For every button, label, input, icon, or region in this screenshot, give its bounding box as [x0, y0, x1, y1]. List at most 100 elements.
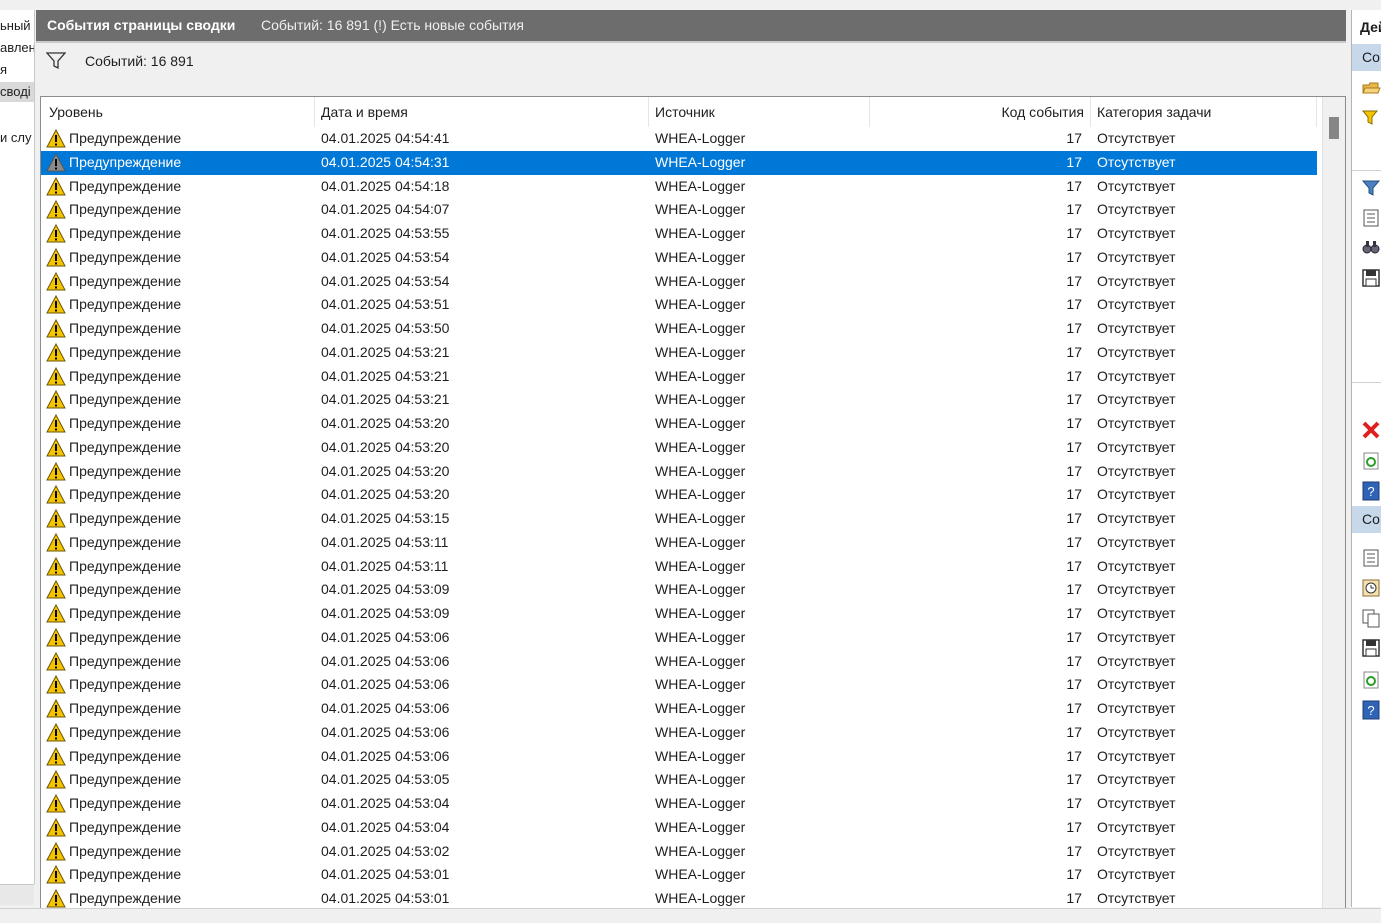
- event-id: 17: [1066, 391, 1082, 408]
- event-source: WHEA-Logger: [655, 462, 746, 479]
- event-category: Отсутствует: [1097, 367, 1176, 384]
- vertical-scrollbar[interactable]: [1322, 97, 1345, 909]
- navigation-tree: ьный авлен я своді и слу: [0, 10, 35, 884]
- event-category: Отсутствует: [1097, 890, 1176, 906]
- table-row[interactable]: Предупреждение 04.01.2025 04:53:15 WHEA-Lo…: [41, 507, 1317, 531]
- table-row[interactable]: Предупреждение 04.01.2025 04:53:01 WHEA-Lo…: [41, 863, 1317, 887]
- event-datetime: 04.01.2025 04:54:41: [321, 130, 450, 146]
- warning-icon: [46, 651, 66, 670]
- table-row[interactable]: Предупреждение 04.01.2025 04:53:51 WHEA-Lo…: [41, 293, 1317, 317]
- column-header-datetime[interactable]: Дата и время: [315, 97, 649, 127]
- event-level: Предупреждение: [69, 225, 182, 241]
- filter-icon[interactable]: [1361, 178, 1381, 198]
- event-category: Отсутствует: [1097, 272, 1176, 289]
- column-header-level[interactable]: Уровень: [41, 97, 315, 127]
- save-icon[interactable]: [1361, 268, 1381, 288]
- table-row[interactable]: Предупреждение 04.01.2025 04:53:04 WHEA-Lo…: [41, 792, 1317, 816]
- event-id: 17: [1066, 438, 1082, 455]
- table-row[interactable]: Предупреждение 04.01.2025 04:53:05 WHEA-Lo…: [41, 768, 1317, 792]
- table-row[interactable]: Предупреждение 04.01.2025 04:53:21 WHEA-Lo…: [41, 388, 1317, 412]
- table-row[interactable]: Предупреждение 04.01.2025 04:53:11 WHEA-Lo…: [41, 555, 1317, 579]
- event-category: Отсутствует: [1097, 320, 1176, 336]
- tree-item-selected[interactable]: своді: [0, 82, 34, 102]
- tree-item[interactable]: авлен: [0, 38, 34, 58]
- save-icon[interactable]: [1361, 638, 1381, 658]
- warning-icon: [46, 271, 66, 290]
- table-row[interactable]: Предупреждение 04.01.2025 04:53:20 WHEA-Lo…: [41, 483, 1317, 507]
- event-id: 17: [1066, 676, 1082, 693]
- table-row[interactable]: Предупреждение 04.01.2025 04:53:50 WHEA-Lo…: [41, 317, 1317, 341]
- table-row[interactable]: Предупреждение 04.01.2025 04:53:09 WHEA-Lo…: [41, 578, 1317, 602]
- table-row[interactable]: Предупреждение 04.01.2025 04:53:06 WHEA-Lo…: [41, 650, 1317, 674]
- event-datetime: 04.01.2025 04:53:21: [321, 391, 450, 408]
- event-id: 17: [1066, 557, 1082, 574]
- table-row[interactable]: Предупреждение 04.01.2025 04:54:31 WHEA-Lo…: [41, 150, 1317, 175]
- event-count-label: Событий: 16 891: [85, 53, 194, 69]
- table-row[interactable]: Предупреждение 04.01.2025 04:53:01 WHEA-Lo…: [41, 887, 1317, 909]
- table-row[interactable]: Предупреждение 04.01.2025 04:53:20 WHEA-Lo…: [41, 436, 1317, 460]
- event-datetime: 04.01.2025 04:53:20: [321, 415, 450, 431]
- table-row[interactable]: Предупреждение 04.01.2025 04:53:20 WHEA-Lo…: [41, 460, 1317, 484]
- table-row[interactable]: Предупреждение 04.01.2025 04:54:07 WHEA-Lo…: [41, 198, 1317, 222]
- table-row[interactable]: Предупреждение 04.01.2025 04:53:06 WHEA-Lo…: [41, 697, 1317, 721]
- table-row[interactable]: Предупреждение 04.01.2025 04:53:54 WHEA-Lo…: [41, 246, 1317, 270]
- event-level: Предупреждение: [69, 818, 182, 835]
- table-row[interactable]: Предупреждение 04.01.2025 04:54:18 WHEA-Lo…: [41, 175, 1317, 199]
- event-category: Отсутствует: [1097, 652, 1176, 669]
- event-category: Отсутствует: [1097, 842, 1176, 859]
- events-table[interactable]: Уровень Дата и время Источник Код событи…: [40, 96, 1346, 910]
- table-row[interactable]: Предупреждение 04.01.2025 04:53:06 WHEA-Lo…: [41, 626, 1317, 650]
- table-row[interactable]: Предупреждение 04.01.2025 04:53:54 WHEA-Lo…: [41, 270, 1317, 294]
- help-icon[interactable]: ?: [1361, 700, 1381, 720]
- actions-section-header[interactable]: Со: [1352, 506, 1381, 533]
- column-header-source[interactable]: Источник: [649, 97, 870, 127]
- table-row[interactable]: Предупреждение 04.01.2025 04:53:06 WHEA-Lo…: [41, 745, 1317, 769]
- help-icon[interactable]: ?: [1361, 481, 1381, 501]
- event-datetime: 04.01.2025 04:53:06: [321, 700, 450, 716]
- left-pane-scrollbar[interactable]: [0, 884, 34, 905]
- table-row[interactable]: Предупреждение 04.01.2025 04:53:21 WHEA-Lo…: [41, 341, 1317, 365]
- event-datetime: 04.01.2025 04:53:06: [321, 723, 450, 740]
- table-row[interactable]: Предупреждение 04.01.2025 04:53:55 WHEA-Lo…: [41, 222, 1317, 246]
- table-row[interactable]: Предупреждение 04.01.2025 04:54:41 WHEA-Lo…: [41, 127, 1317, 151]
- column-header-category[interactable]: Категория задачи: [1091, 97, 1317, 127]
- create-view-icon[interactable]: [1361, 108, 1381, 128]
- event-category: Отсутствует: [1097, 676, 1176, 693]
- copy-icon[interactable]: [1361, 608, 1381, 628]
- warning-icon: [46, 794, 66, 813]
- event-datetime: 04.01.2025 04:53:15: [321, 510, 450, 526]
- event-datetime: 04.01.2025 04:53:20: [321, 438, 450, 455]
- table-row[interactable]: Предупреждение 04.01.2025 04:53:11 WHEA-Lo…: [41, 531, 1317, 555]
- scrollbar-thumb[interactable]: [1329, 117, 1339, 139]
- event-id: 17: [1066, 153, 1082, 170]
- attach-task-icon[interactable]: [1361, 578, 1381, 598]
- event-properties-icon[interactable]: [1361, 548, 1381, 568]
- table-row[interactable]: Предупреждение 04.01.2025 04:53:06 WHEA-Lo…: [41, 673, 1317, 697]
- table-row[interactable]: Предупреждение 04.01.2025 04:53:06 WHEA-Lo…: [41, 721, 1317, 745]
- properties-icon[interactable]: [1361, 208, 1381, 228]
- event-datetime: 04.01.2025 04:53:20: [321, 486, 450, 503]
- delete-icon[interactable]: [1361, 420, 1381, 440]
- table-row[interactable]: Предупреждение 04.01.2025 04:53:04 WHEA-Lo…: [41, 816, 1317, 840]
- column-header-event-id[interactable]: Код события: [870, 97, 1091, 127]
- open-folder-icon[interactable]: [1361, 78, 1381, 98]
- find-icon[interactable]: [1361, 237, 1381, 257]
- tree-item[interactable]: я: [0, 60, 7, 80]
- table-row[interactable]: Предупреждение 04.01.2025 04:53:02 WHEA-Lo…: [41, 840, 1317, 864]
- actions-section-header[interactable]: Со: [1352, 44, 1381, 71]
- event-id: 17: [1066, 462, 1082, 479]
- event-source: WHEA-Logger: [655, 795, 746, 811]
- event-level: Предупреждение: [69, 628, 182, 645]
- refresh-icon[interactable]: [1361, 451, 1381, 471]
- event-level: Предупреждение: [69, 201, 182, 218]
- table-row[interactable]: Предупреждение 04.01.2025 04:53:20 WHEA-Lo…: [41, 412, 1317, 436]
- tree-item[interactable]: ьный: [0, 16, 31, 36]
- refresh-icon[interactable]: [1361, 670, 1381, 690]
- event-category: Отсутствует: [1097, 296, 1176, 313]
- event-category: Отсутствует: [1097, 130, 1176, 146]
- table-row[interactable]: Предупреждение 04.01.2025 04:53:21 WHEA-Lo…: [41, 365, 1317, 389]
- filter-icon[interactable]: [46, 52, 66, 70]
- table-row[interactable]: Предупреждение 04.01.2025 04:53:09 WHEA-Lo…: [41, 602, 1317, 626]
- event-datetime: 04.01.2025 04:53:06: [321, 652, 450, 669]
- tree-item[interactable]: и слу: [0, 128, 31, 148]
